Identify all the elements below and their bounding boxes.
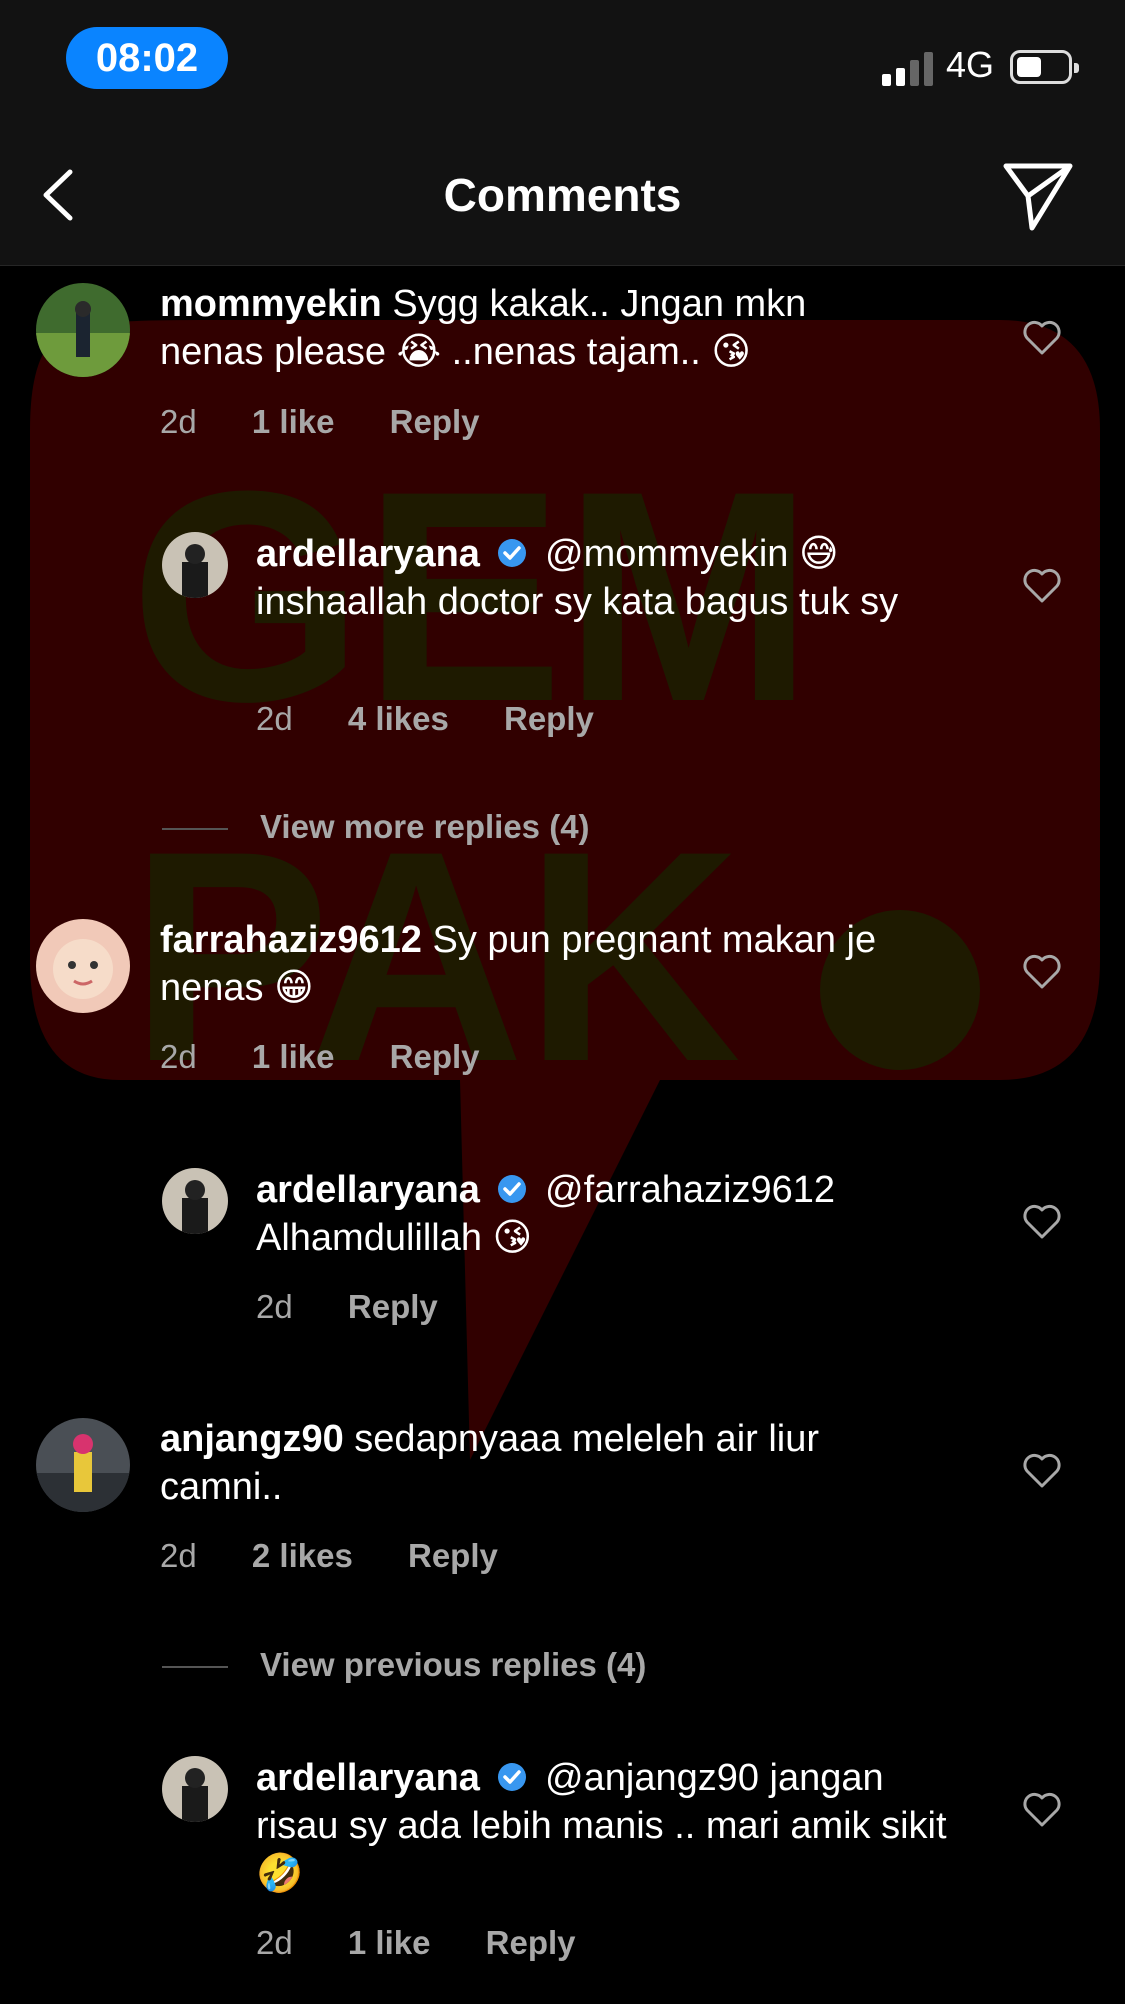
reply-button[interactable]: Reply — [408, 1537, 498, 1574]
heart-icon[interactable] — [1022, 954, 1062, 990]
verified-badge-icon — [498, 1174, 527, 1203]
avatar[interactable] — [162, 532, 228, 598]
view-more-label: View more replies (4) — [260, 808, 590, 845]
like-count[interactable]: 1 like — [252, 1038, 335, 1075]
page-title: Comments — [443, 169, 682, 221]
like-count[interactable]: 4 likes — [348, 700, 449, 737]
comment-meta: 2d 1 like Reply — [160, 403, 526, 441]
comment-username[interactable]: ardellaryana — [256, 1169, 480, 1211]
verified-badge-icon — [498, 1762, 527, 1791]
avatar[interactable] — [36, 919, 130, 1013]
comment-username[interactable]: farrahaziz9612 — [160, 919, 422, 961]
avatar[interactable] — [36, 283, 130, 377]
reply-button[interactable]: Reply — [504, 700, 594, 737]
avatar[interactable] — [36, 1418, 130, 1512]
comment-username[interactable]: mommyekin — [160, 283, 382, 325]
comment-username[interactable]: anjangz90 — [160, 1418, 344, 1460]
comment-username[interactable]: ardellaryana — [256, 533, 480, 575]
like-count[interactable]: 2 likes — [252, 1537, 353, 1574]
comment-meta: 2d 2 likes Reply — [160, 1537, 544, 1575]
reply-button[interactable]: Reply — [390, 403, 480, 440]
heart-icon[interactable] — [1022, 1792, 1062, 1828]
reply-button[interactable]: Reply — [390, 1038, 480, 1075]
view-previous-label: View previous replies (4) — [260, 1646, 647, 1683]
heart-icon[interactable] — [1022, 320, 1062, 356]
comment-meta: 2d 1 like Reply — [160, 1038, 526, 1076]
avatar[interactable] — [162, 1168, 228, 1234]
comment-age: 2d — [160, 403, 197, 440]
avatar[interactable] — [162, 1756, 228, 1822]
view-previous-replies-button[interactable]: View previous replies (4) — [162, 1646, 646, 1684]
heart-icon[interactable] — [1022, 1453, 1062, 1489]
divider-line — [162, 1666, 228, 1669]
signal-icon — [882, 50, 934, 86]
like-count[interactable]: 1 like — [348, 1924, 431, 1961]
heart-icon[interactable] — [1022, 568, 1062, 604]
heart-icon[interactable] — [1022, 1204, 1062, 1240]
comment-meta: 2d 1 like Reply — [256, 1924, 622, 1962]
comment-age: 2d — [256, 700, 293, 737]
comment-age: 2d — [256, 1288, 293, 1325]
comments-header: Comments — [0, 120, 1125, 266]
comment-meta: 2d 4 likes Reply — [256, 700, 640, 738]
comment-meta: 2d Reply — [256, 1288, 484, 1326]
battery-icon — [1010, 50, 1079, 84]
comment-age: 2d — [160, 1537, 197, 1574]
reply-button[interactable]: Reply — [348, 1288, 438, 1325]
divider-line — [162, 828, 228, 831]
reply-button[interactable]: Reply — [486, 1924, 576, 1961]
like-count[interactable]: 1 like — [252, 403, 335, 440]
comment-age: 2d — [256, 1924, 293, 1961]
view-more-replies-button[interactable]: View more replies (4) — [162, 808, 590, 846]
comment-username[interactable]: ardellaryana — [256, 1757, 480, 1799]
comment-age: 2d — [160, 1038, 197, 1075]
verified-badge-icon — [498, 538, 527, 567]
network-type: 4G — [946, 44, 995, 85]
direct-share-icon[interactable] — [1000, 156, 1076, 232]
status-time[interactable]: 08:02 — [66, 27, 228, 89]
status-bar: 08:02 4G — [0, 0, 1125, 120]
